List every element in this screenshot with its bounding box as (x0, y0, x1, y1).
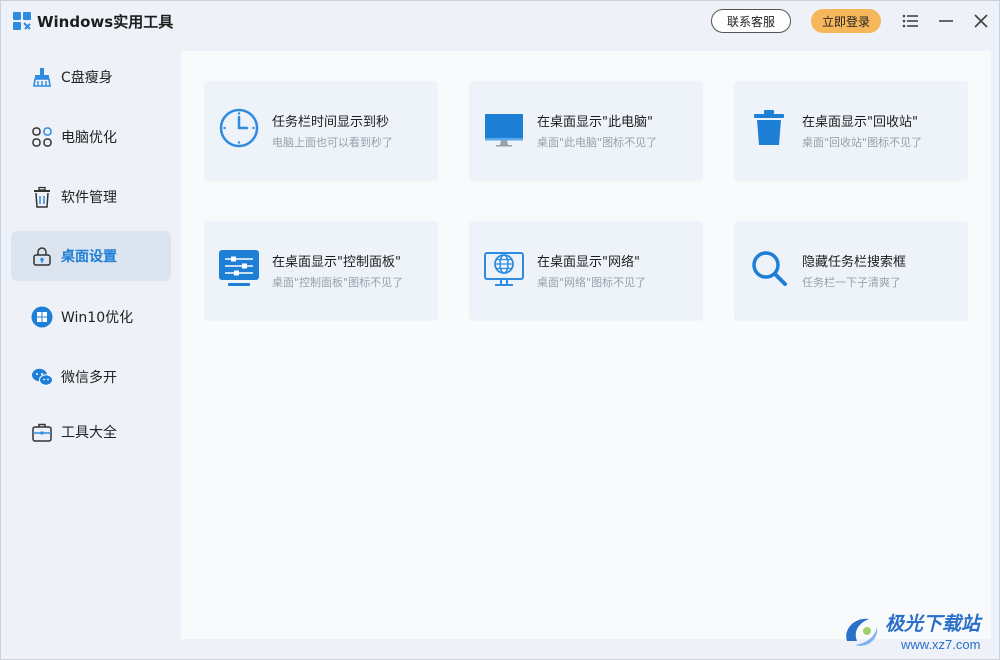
sidebar-item-pc-optimize[interactable]: 电脑优化 (11, 112, 171, 162)
close-icon[interactable] (971, 11, 991, 31)
control-panel-icon (218, 247, 260, 289)
sidebar-item-label: Win10优化 (61, 310, 134, 326)
wechat-icon (31, 366, 53, 388)
title-bar: Windows实用工具 联系客服 立即登录 (1, 1, 1000, 41)
app-title: Windows实用工具 (37, 13, 174, 31)
card-title: 任务栏时间显示到秒 (272, 115, 390, 130)
toolbox-icon (31, 421, 53, 443)
sidebar-item-toolbox[interactable]: 工具大全 (11, 407, 171, 457)
trash-icon (31, 186, 53, 208)
windows-icon (31, 306, 53, 328)
card-title: 在桌面显示"回收站" (802, 115, 918, 130)
contact-service-button[interactable]: 联系客服 (711, 9, 791, 33)
watermark: 极光下载站 www.xz7.com (841, 607, 991, 657)
card-desc: 电脑上面也可以看到秒了 (272, 136, 393, 149)
card-title: 在桌面显示"网络" (537, 255, 640, 270)
card-title: 隐藏任务栏搜索框 (802, 255, 907, 270)
card-title: 在桌面显示"控制面板" (272, 255, 401, 270)
sidebar-item-software-manage[interactable]: 软件管理 (11, 172, 171, 222)
sidebar-item-label: 软件管理 (61, 190, 117, 206)
app-window: Windows实用工具 联系客服 立即登录 C盘瘦身 电脑优化 软件管理 桌面设… (0, 0, 1000, 660)
card-show-network[interactable]: 在桌面显示"网络" 桌面"网络"图标不见了 (469, 221, 703, 321)
clock-icon (218, 107, 260, 149)
sidebar-item-label: 工具大全 (61, 425, 117, 441)
recycle-bin-icon (748, 107, 790, 149)
sidebar-item-label: 电脑优化 (61, 130, 117, 146)
card-show-recycle-bin[interactable]: 在桌面显示"回收站" 桌面"回收站"图标不见了 (734, 81, 968, 181)
sidebar-item-desktop-settings[interactable]: 桌面设置 (11, 231, 171, 281)
sidebar-item-label: 微信多开 (61, 370, 117, 386)
monitor-icon (483, 107, 525, 149)
sidebar-item-label: C盘瘦身 (61, 70, 113, 86)
card-desc: 桌面"此电脑"图标不见了 (537, 136, 658, 149)
card-desc: 任务栏一下子清爽了 (802, 276, 901, 289)
network-icon (483, 247, 525, 289)
sidebar-item-win10-optimize[interactable]: Win10优化 (11, 292, 171, 342)
card-desc: 桌面"控制面板"图标不见了 (272, 276, 404, 289)
broom-icon (31, 66, 53, 88)
sidebar: C盘瘦身 电脑优化 软件管理 桌面设置 Win10优化 微信多开 工具大全 (1, 41, 181, 660)
card-title: 在桌面显示"此电脑" (537, 115, 653, 130)
menu-icon[interactable] (901, 11, 921, 31)
lock-icon (31, 245, 53, 267)
main-content: 任务栏时间显示到秒 电脑上面也可以看到秒了 在桌面显示"此电脑" 桌面"此电脑"… (181, 51, 991, 639)
watermark-logo-icon (846, 618, 878, 646)
card-show-control-panel[interactable]: 在桌面显示"控制面板" 桌面"控制面板"图标不见了 (204, 221, 438, 321)
login-button[interactable]: 立即登录 (811, 9, 881, 33)
card-taskbar-seconds[interactable]: 任务栏时间显示到秒 电脑上面也可以看到秒了 (204, 81, 438, 181)
grid-icon (31, 126, 53, 148)
minimize-icon[interactable] (936, 11, 956, 31)
search-icon (748, 247, 790, 289)
sidebar-item-wechat-multi[interactable]: 微信多开 (11, 352, 171, 402)
sidebar-item-c-drive-cleanup[interactable]: C盘瘦身 (11, 52, 171, 102)
card-desc: 桌面"回收站"图标不见了 (802, 136, 923, 149)
watermark-url: www.xz7.com (901, 637, 981, 652)
card-desc: 桌面"网络"图标不见了 (537, 276, 647, 289)
app-logo-icon (13, 12, 31, 30)
card-show-this-pc[interactable]: 在桌面显示"此电脑" 桌面"此电脑"图标不见了 (469, 81, 703, 181)
watermark-text: 极光下载站 (885, 613, 981, 635)
sidebar-item-label: 桌面设置 (61, 249, 117, 265)
card-hide-taskbar-search[interactable]: 隐藏任务栏搜索框 任务栏一下子清爽了 (734, 221, 968, 321)
